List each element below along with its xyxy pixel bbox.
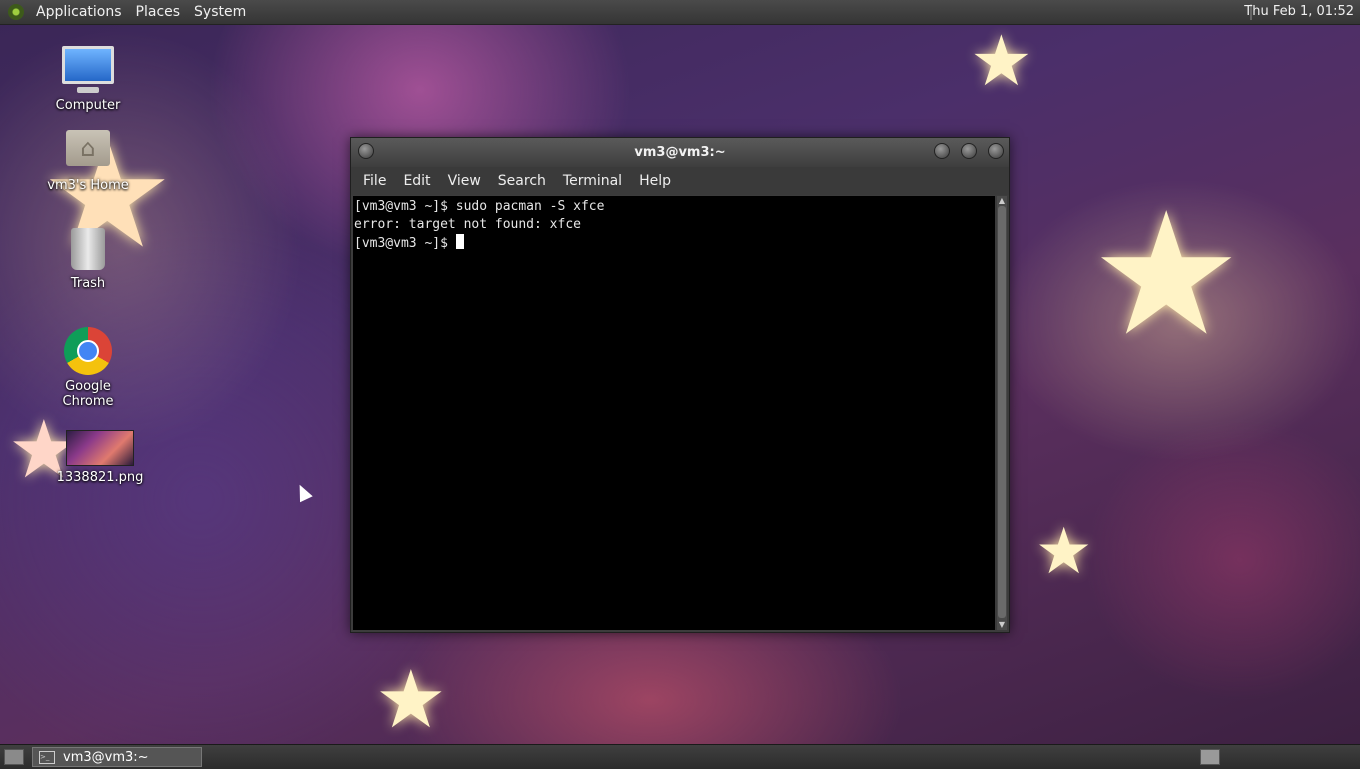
system-menu[interactable]: System <box>188 4 254 20</box>
menu-terminal[interactable]: Terminal <box>555 173 631 189</box>
desktop-icon-trash[interactable]: Trash <box>38 228 138 291</box>
scroll-up-icon[interactable]: ▲ <box>998 197 1006 205</box>
image-file-icon <box>66 430 134 466</box>
distro-logo-icon[interactable] <box>8 4 24 20</box>
desktop-icon-label: vm3's Home <box>47 178 129 193</box>
terminal-prompt-line: [vm3@vm3 ~]$ <box>354 234 995 253</box>
minimize-button[interactable] <box>934 143 950 159</box>
desktop-icon-computer[interactable]: Computer <box>38 46 138 113</box>
scrollbar-thumb[interactable] <box>998 206 1006 618</box>
taskbar-item-terminal[interactable]: >_ vm3@vm3:~ <box>32 747 202 767</box>
menu-file[interactable]: File <box>355 173 395 189</box>
desktop-icon-label: 1338821.png <box>56 470 144 485</box>
menu-edit[interactable]: Edit <box>395 173 439 189</box>
terminal-window[interactable]: vm3@vm3:~ File Edit View Search Terminal… <box>350 137 1010 633</box>
desktop-icon-label: Computer <box>55 98 121 113</box>
taskbar-item-label: vm3@vm3:~ <box>63 749 149 765</box>
text-cursor <box>455 234 464 249</box>
desktop-icon-label: Trash <box>70 276 106 291</box>
terminal-line: error: target not found: xfce <box>354 217 581 232</box>
trash-icon <box>71 228 105 270</box>
workspace-switcher-icon[interactable] <box>1200 749 1220 765</box>
scroll-down-icon[interactable]: ▼ <box>998 621 1006 629</box>
wallpaper-star: ★ <box>970 20 1033 102</box>
desktop-icon-label: Google Chrome <box>62 379 114 409</box>
terminal-icon: >_ <box>39 750 55 764</box>
terminal-prompt: [vm3@vm3 ~]$ <box>354 236 456 251</box>
menu-view[interactable]: View <box>440 173 490 189</box>
terminal-scrollbar[interactable]: ▲ ▼ <box>997 196 1007 630</box>
terminal-line: [vm3@vm3 ~]$ sudo pacman -S xfce <box>354 199 605 214</box>
window-title: vm3@vm3:~ <box>634 145 726 160</box>
home-folder-icon <box>66 130 110 166</box>
window-titlebar[interactable]: vm3@vm3:~ <box>351 138 1009 167</box>
wallpaper-star: ★ <box>1035 515 1093 589</box>
wallpaper-star: ★ <box>1090 176 1243 374</box>
desktop-icon-home[interactable]: vm3's Home <box>38 130 138 193</box>
desktop-icon-chrome[interactable]: Google Chrome <box>38 327 138 409</box>
mouse-pointer-icon <box>293 481 313 503</box>
chrome-icon <box>64 327 112 375</box>
computer-icon <box>62 46 114 93</box>
desktop-icon-image-file[interactable]: 1338821.png <box>50 430 150 485</box>
panel-clock[interactable]: Thu Feb 1, 01:52 <box>1244 4 1354 19</box>
wallpaper-star: ★ <box>375 653 447 746</box>
menu-search[interactable]: Search <box>490 173 555 189</box>
top-panel: Applications Places System Thu Feb 1, 01… <box>0 0 1360 25</box>
maximize-button[interactable] <box>961 143 977 159</box>
terminal-menubar: File Edit View Search Terminal Help <box>351 167 1009 195</box>
menu-help[interactable]: Help <box>631 173 680 189</box>
places-menu[interactable]: Places <box>130 4 189 20</box>
show-desktop-icon[interactable] <box>4 749 24 765</box>
close-button[interactable] <box>988 143 1004 159</box>
applications-menu[interactable]: Applications <box>30 4 130 20</box>
bottom-panel: >_ vm3@vm3:~ <box>0 744 1360 769</box>
terminal-output[interactable]: [vm3@vm3 ~]$ sudo pacman -S xfce error: … <box>353 196 995 630</box>
